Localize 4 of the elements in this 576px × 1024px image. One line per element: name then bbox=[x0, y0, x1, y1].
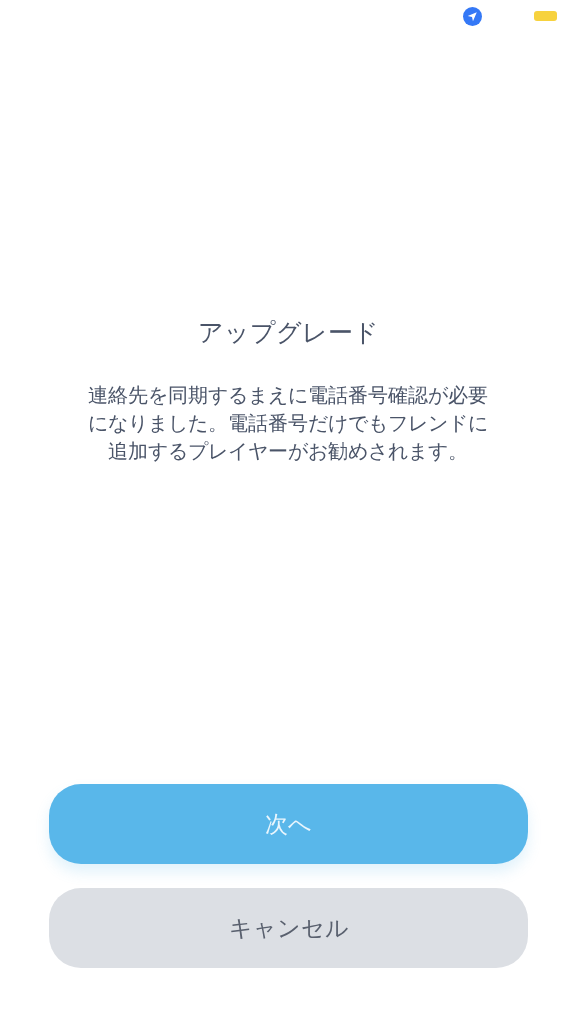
cancel-button[interactable]: キャンセル bbox=[49, 888, 528, 968]
dialog-message: 連絡先を同期するまえに電話番号確認が必要になりました。電話番号だけでもフレンドに追加するプレイヤーがお勧めされます。 bbox=[88, 382, 488, 465]
battery-icon bbox=[534, 11, 557, 21]
dialog-title: アップグレード bbox=[197, 317, 379, 349]
